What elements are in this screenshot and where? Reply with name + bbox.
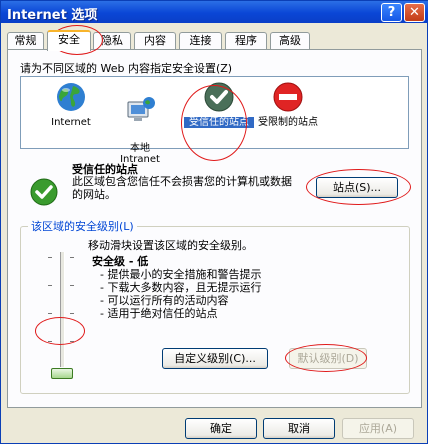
zone-restricted-sites-label: 受限制的站点	[258, 117, 318, 128]
trusted-check-icon	[30, 178, 58, 206]
security-slider-track[interactable]	[60, 252, 65, 367]
security-level-details: 提供最小的安全措施和警告提示 下载大多数内容，且无提示运行 可以运行所有的活动内…	[100, 268, 261, 320]
tab-content[interactable]: 内容	[134, 32, 176, 50]
security-level-name: 安全级 - 低	[92, 255, 149, 268]
help-button[interactable]: ?	[381, 3, 402, 22]
level-detail-item: 下载大多数内容，且无提示运行	[100, 281, 261, 294]
slider-tick	[70, 285, 74, 286]
zone-internet[interactable]: Internet	[36, 81, 106, 128]
title-bar[interactable]: Internet 选项 ? ✕	[1, 1, 428, 23]
globe-icon	[57, 83, 85, 111]
slider-tick	[48, 257, 52, 258]
zone-prompt: 请为不同区域的 Web 内容指定安全设置(Z)	[20, 62, 233, 75]
tab-programs[interactable]: 程序	[225, 32, 267, 50]
zone-internet-label: Internet	[51, 117, 91, 128]
level-detail-item: 提供最小的安全措施和警告提示	[100, 268, 261, 281]
close-button[interactable]: ✕	[404, 3, 425, 22]
slider-tick	[48, 313, 52, 314]
apply-button[interactable]: 应用(A)	[342, 418, 414, 439]
zone-restricted-sites[interactable]: 受限制的站点	[253, 81, 323, 128]
annotation-ring	[306, 169, 411, 205]
tab-connections[interactable]: 连接	[179, 32, 222, 50]
tab-general[interactable]: 常规	[7, 32, 44, 50]
level-detail-item: 可以运行所有的活动内容	[100, 294, 261, 307]
security-level-title: 该区域的安全级别(L)	[28, 218, 137, 234]
internet-options-dialog: Internet 选项 ? ✕ 常规 安全 隐私 内容 连接 程序 高级 请为不…	[0, 0, 428, 444]
level-detail-item: 适用于绝对信任的站点	[100, 307, 261, 320]
tab-security[interactable]: 安全	[47, 30, 91, 51]
window-title: Internet 选项	[7, 8, 98, 23]
tab-advanced[interactable]: 高级	[270, 32, 310, 50]
slider-tick	[70, 313, 74, 314]
annotation-ring	[181, 85, 247, 161]
annotation-ring	[35, 317, 85, 345]
slider-tick	[70, 257, 74, 258]
ok-button[interactable]: 确定	[185, 418, 257, 439]
selected-zone-description: 此区域包含您信任不会损害您的计算机或数据的网站。	[72, 175, 292, 201]
custom-level-button[interactable]: 自定义级别(C)...	[162, 348, 268, 369]
cancel-button[interactable]: 取消	[263, 418, 335, 439]
monitor-globe-icon	[127, 97, 155, 121]
slider-tick	[48, 285, 52, 286]
red-no-entry-icon	[273, 82, 303, 112]
annotation-ring	[285, 344, 367, 372]
security-slider-thumb[interactable]	[51, 368, 73, 379]
slider-hint: 移动滑块设置该区域的安全级别。	[88, 239, 253, 252]
